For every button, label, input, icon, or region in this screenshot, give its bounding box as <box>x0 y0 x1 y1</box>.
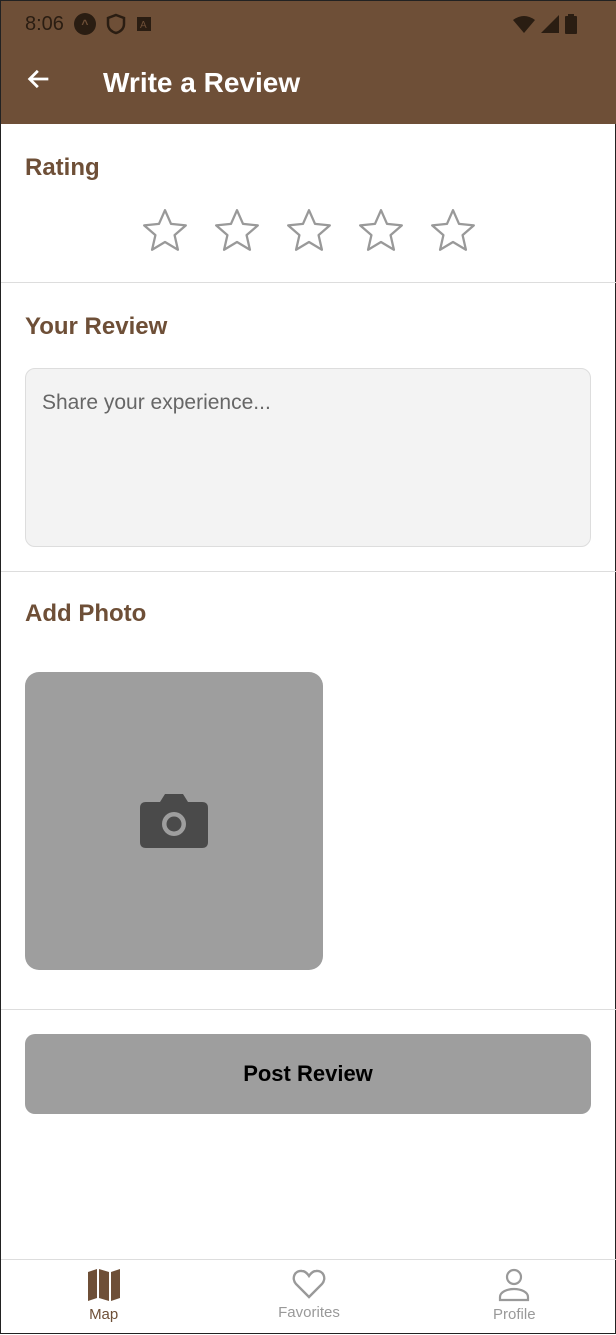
camera-icon <box>140 794 208 848</box>
nav-favorites[interactable]: Favorites <box>206 1260 411 1335</box>
page-title: Write a Review <box>103 67 301 98</box>
nav-profile-label: Profile <box>493 1306 536 1323</box>
star-3-icon[interactable] <box>284 206 334 256</box>
status-bar: 8:06 ^ A <box>25 9 577 39</box>
shield-icon <box>106 13 126 35</box>
star-4-icon[interactable] <box>356 206 406 256</box>
review-label: Your Review <box>25 313 168 340</box>
rating-section: Rating <box>1 124 616 283</box>
star-5-icon[interactable] <box>428 206 478 256</box>
map-icon <box>87 1269 120 1301</box>
battery-icon <box>565 14 577 34</box>
wifi-icon <box>513 16 535 33</box>
star-rating[interactable] <box>140 206 478 256</box>
person-icon <box>499 1268 530 1302</box>
bottom-nav: Map Favorites Profile <box>1 1259 616 1335</box>
nav-map-label: Map <box>89 1306 119 1323</box>
status-time: 8:06 <box>25 12 64 35</box>
nav-favorites-label: Favorites <box>278 1304 340 1321</box>
star-2-icon[interactable] <box>212 206 262 256</box>
nav-profile[interactable]: Profile <box>412 1260 616 1335</box>
heart-icon <box>292 1269 326 1299</box>
arrow-left-icon <box>27 69 49 89</box>
back-button[interactable] <box>25 65 103 101</box>
svg-text:A: A <box>140 20 147 31</box>
top-bar: 8:06 ^ A Write a Review <box>1 1 616 124</box>
post-review-button[interactable]: Post Review <box>25 1034 591 1114</box>
add-photo-button[interactable] <box>25 672 323 970</box>
review-input[interactable]: Share your experience... <box>25 368 591 547</box>
signal-icon <box>541 15 559 33</box>
a-notification-icon: A <box>136 17 151 31</box>
app-notification-icon: ^ <box>73 13 96 35</box>
star-1-icon[interactable] <box>140 206 190 256</box>
rating-label: Rating <box>25 154 100 181</box>
nav-map[interactable]: Map <box>1 1260 206 1335</box>
photo-label: Add Photo <box>25 600 147 627</box>
